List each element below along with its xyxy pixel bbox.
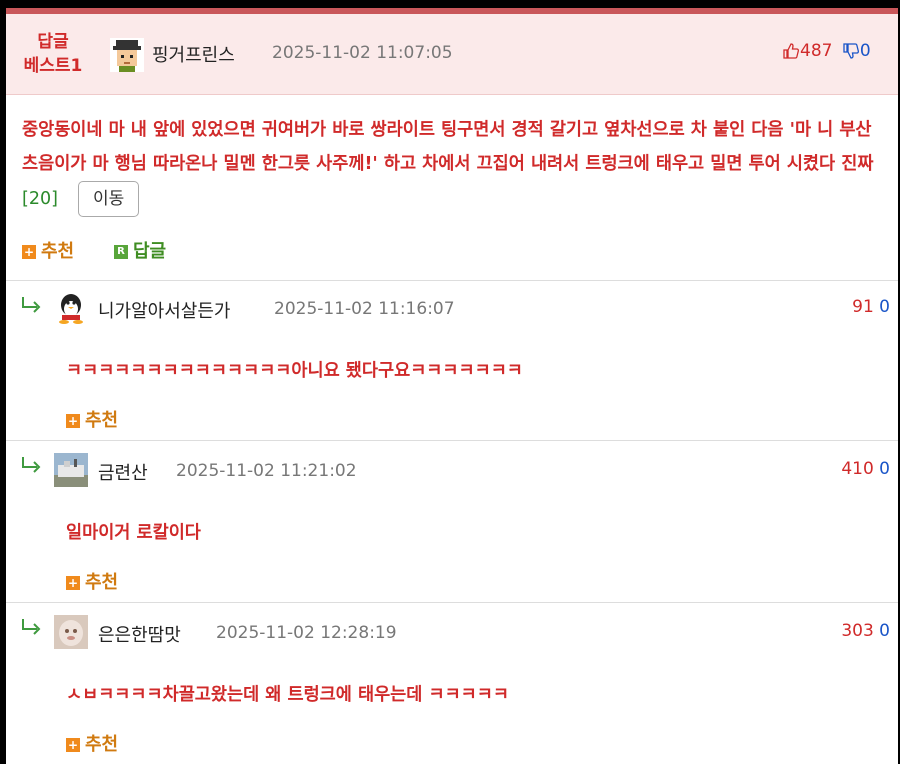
reply-arrow-icon bbox=[20, 617, 44, 637]
downvote-count[interactable]: 0 bbox=[879, 297, 890, 317]
recommend-label: 추천 bbox=[85, 410, 119, 431]
upvote-count[interactable]: 410 bbox=[841, 459, 873, 479]
comment-text: 일마이거 로칼이다 bbox=[66, 523, 201, 543]
comment-item: 은은한땀맛 2025-11-02 12:28:19 303 0 ㅅㅂㅋㅋㅋㅋ차끌… bbox=[6, 602, 898, 764]
recommend-label: 추천 bbox=[41, 241, 75, 262]
comment-text: ㅋㅋㅋㅋㅋㅋㅋㅋㅋㅋㅋㅋㅋㅋ아니요 됐다구요ㅋㅋㅋㅋㅋㅋㅋ bbox=[66, 361, 523, 381]
avatar[interactable] bbox=[110, 38, 144, 72]
recommend-label: 추천 bbox=[85, 734, 119, 755]
upvote-count[interactable]: 91 bbox=[852, 297, 874, 317]
best-comment-header: 답글 베스트1 핑거프린스 2025-11-02 11:07:05 487 0 bbox=[6, 14, 898, 95]
downvote-count[interactable]: 0 bbox=[879, 459, 890, 479]
vote-counts: 410 0 bbox=[841, 459, 890, 479]
reply-r-icon: R bbox=[114, 245, 128, 259]
comment-item: 금련산 2025-11-02 11:21:02 410 0 일마이거 로칼이다 … bbox=[6, 440, 898, 603]
comment-date: 2025-11-02 12:28:19 bbox=[216, 623, 397, 643]
vote-counts: 487 0 bbox=[782, 41, 871, 61]
post-date: 2025-11-02 11:07:05 bbox=[272, 43, 453, 63]
plus-icon: + bbox=[22, 245, 36, 259]
recommend-button[interactable]: + 추천 bbox=[66, 406, 118, 432]
best-comment-body: 중앙동이네 마 내 앞에 있었으면 귀여버가 바로 쌍라이트 팅구면서 경적 갈… bbox=[6, 95, 898, 280]
comment-item: 니가알아서살든가 2025-11-02 11:16:07 91 0 ㅋㅋㅋㅋㅋㅋ… bbox=[6, 280, 898, 441]
comment-date: 2025-11-02 11:21:02 bbox=[176, 461, 357, 481]
recommend-button[interactable]: + 추천 bbox=[66, 568, 118, 594]
comment-text: ㅅㅂㅋㅋㅋㅋ차끌고왔는데 왜 트렁크에 태우는데 ㅋㅋㅋㅋㅋ bbox=[66, 685, 509, 705]
reply-arrow-icon bbox=[20, 295, 44, 315]
vote-counts: 303 0 bbox=[841, 621, 890, 641]
author-name[interactable]: 금련산 bbox=[98, 459, 148, 485]
author-name[interactable]: 니가알아서살든가 bbox=[98, 297, 230, 323]
downvote-count[interactable]: 0 bbox=[879, 621, 890, 641]
comment-text-content: 중앙동이네 마 내 앞에 있었으면 귀여버가 바로 쌍라이트 팅구면서 경적 갈… bbox=[22, 120, 874, 174]
vote-counts: 91 0 bbox=[852, 297, 890, 317]
comment-text: 중앙동이네 마 내 앞에 있었으면 귀여버가 바로 쌍라이트 팅구면서 경적 갈… bbox=[22, 113, 882, 217]
author-name[interactable]: 은은한땀맛 bbox=[98, 621, 181, 647]
reply-label: 답글 bbox=[133, 241, 167, 262]
reply-count[interactable]: [20] bbox=[22, 189, 58, 209]
author-name[interactable]: 핑거프린스 bbox=[152, 41, 235, 67]
comment-date: 2025-11-02 11:16:07 bbox=[274, 299, 455, 319]
avatar[interactable] bbox=[54, 291, 88, 325]
thumbs-down-icon[interactable] bbox=[842, 42, 860, 60]
reply-arrow-icon bbox=[20, 455, 44, 475]
best-badge-line1: 답글 bbox=[37, 32, 69, 52]
upvote-count: 487 bbox=[800, 41, 833, 61]
screen-frame: 답글 베스트1 핑거프린스 2025-11-02 11:07:05 487 0 … bbox=[0, 0, 900, 764]
downvote-count: 0 bbox=[859, 41, 871, 61]
plus-icon: + bbox=[66, 576, 80, 590]
thumbs-up-icon[interactable] bbox=[782, 42, 800, 60]
avatar[interactable] bbox=[54, 453, 88, 487]
recommend-button[interactable]: + 추천 bbox=[22, 237, 74, 263]
upvote-count[interactable]: 303 bbox=[841, 621, 873, 641]
comment-panel: 답글 베스트1 핑거프린스 2025-11-02 11:07:05 487 0 … bbox=[6, 8, 898, 764]
best-badge-line2: 베스트1 bbox=[23, 56, 83, 76]
avatar[interactable] bbox=[54, 615, 88, 649]
move-button[interactable]: 이동 bbox=[78, 181, 140, 217]
plus-icon: + bbox=[66, 738, 80, 752]
recommend-label: 추천 bbox=[85, 572, 119, 593]
recommend-button[interactable]: + 추천 bbox=[66, 730, 118, 756]
reply-button[interactable]: R 답글 bbox=[114, 237, 166, 263]
plus-icon: + bbox=[66, 414, 80, 428]
best-reply-badge: 답글 베스트1 bbox=[18, 30, 88, 78]
